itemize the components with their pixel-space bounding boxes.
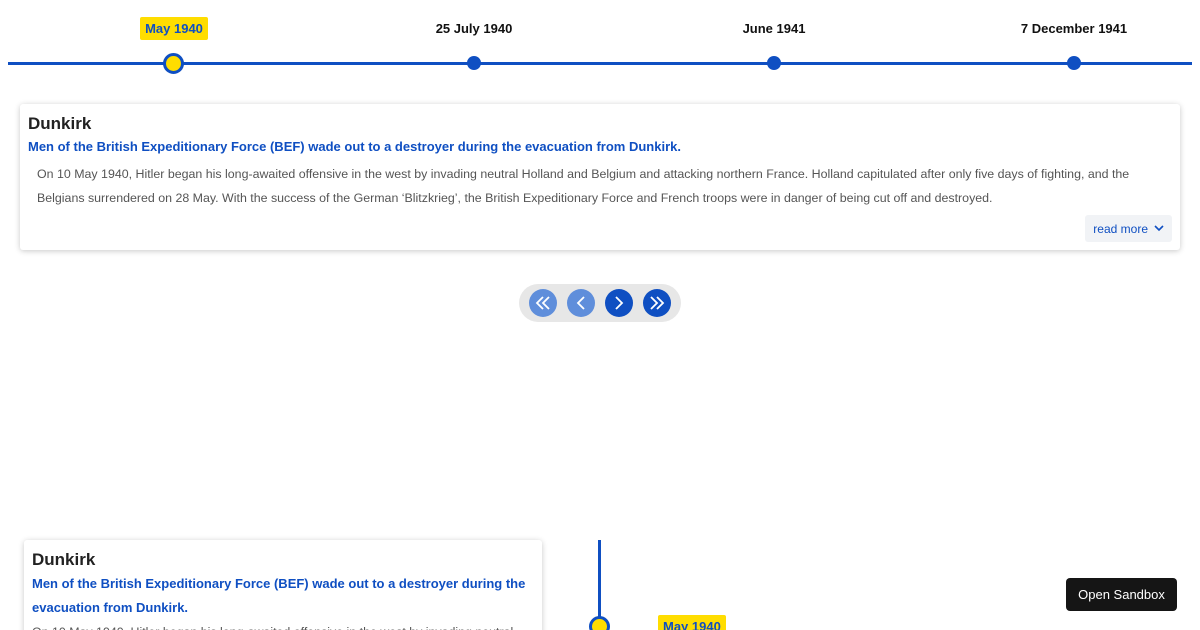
timeline-dot-active[interactable]: [163, 53, 184, 74]
timeline-label: 7 December 1941: [1020, 21, 1128, 36]
page: May 1940 25 July 1940 June 1941 7 Decemb…: [0, 0, 1200, 630]
first-button[interactable]: [529, 289, 557, 317]
timeline-item-7-december-1941[interactable]: 7 December 1941: [974, 0, 1174, 80]
previous-button[interactable]: [567, 289, 595, 317]
vertical-timeline-card: Dunkirk Men of the British Expeditionary…: [24, 540, 542, 630]
next-button[interactable]: [605, 289, 633, 317]
timeline-item-25-july-1940[interactable]: 25 July 1940: [374, 0, 574, 80]
timeline-item-may-1940[interactable]: May 1940: [74, 0, 274, 80]
chevron-right-icon: [615, 296, 624, 310]
card-subtitle: Men of the British Expeditionary Force (…: [28, 139, 681, 154]
timeline-controls: [519, 284, 681, 322]
vertical-timeline-dot[interactable]: [589, 616, 610, 630]
timeline-label: May 1940: [140, 17, 208, 40]
vertical-card-title: Dunkirk: [32, 550, 96, 569]
timeline-card: Dunkirk Men of the British Expeditionary…: [20, 104, 1180, 250]
double-chevron-right-icon: [650, 296, 665, 310]
timeline-dot[interactable]: [467, 56, 481, 70]
vertical-card-subtitle: Men of the British Expeditionary Force (…: [32, 576, 526, 615]
last-button[interactable]: [643, 289, 671, 317]
timeline-item-june-1941[interactable]: June 1941: [674, 0, 874, 80]
vertical-timeline-label[interactable]: May 1940: [658, 615, 726, 630]
timeline-dot[interactable]: [767, 56, 781, 70]
read-more-label: read more: [1093, 221, 1148, 236]
card-title: Dunkirk: [28, 114, 92, 133]
card-text: On 10 May 1940, Hitler began his long-aw…: [37, 167, 1130, 205]
timeline-label: 25 July 1940: [435, 21, 513, 36]
double-chevron-left-icon: [535, 296, 550, 310]
timeline-label: June 1941: [742, 21, 806, 36]
read-more-button[interactable]: read more: [1085, 215, 1172, 242]
open-sandbox-button[interactable]: Open Sandbox: [1066, 578, 1177, 611]
chevron-down-icon: [1154, 225, 1164, 232]
chevron-left-icon: [576, 296, 585, 310]
timeline-dot[interactable]: [1067, 56, 1081, 70]
vertical-card-text: On 10 May 1940, Hitler began his long-aw…: [32, 620, 534, 630]
